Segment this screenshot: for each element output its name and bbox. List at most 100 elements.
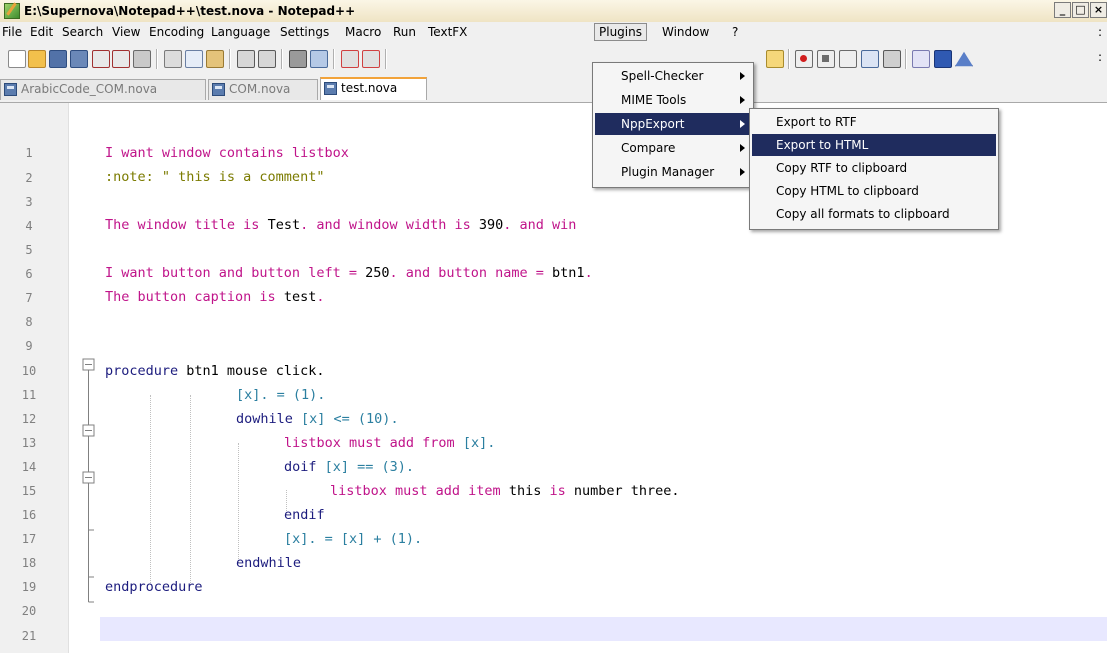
tab-bar: ArabicCode_COM.nova COM.nova test.nova [0, 74, 1107, 103]
toolbar: : [0, 42, 1107, 74]
menu-item-copy-all-formats[interactable]: Copy all formats to clipboard [752, 203, 996, 225]
file-icon [324, 82, 337, 95]
save-all-icon[interactable] [70, 50, 88, 68]
stop-macro-icon[interactable] [817, 50, 835, 68]
file-icon [4, 83, 17, 96]
play-macro-icon[interactable] [839, 50, 857, 68]
code-comment: :note: " this is a comment" [105, 169, 325, 185]
menu-edit[interactable]: Edit [30, 25, 53, 39]
triangle-icon[interactable] [955, 51, 973, 67]
replace-icon[interactable] [310, 50, 328, 68]
menu-macro[interactable]: Macro [345, 25, 381, 39]
menu-search[interactable]: Search [62, 25, 103, 39]
redo-icon[interactable] [258, 50, 276, 68]
save-icon[interactable] [49, 50, 67, 68]
chevron-right-icon [740, 72, 745, 80]
line-number: 17 [21, 532, 37, 546]
menu-bar: File Edit Search View Encoding Language … [0, 22, 1107, 42]
minimize-button[interactable]: _ [1054, 2, 1071, 18]
line-number: 12 [21, 412, 37, 426]
chevron-right-icon [740, 144, 745, 152]
toolbar-separator [156, 49, 158, 69]
file-icon [212, 83, 225, 96]
window-title: E:\Supernova\Notepad++\test.nova - Notep… [24, 4, 356, 18]
menu-help[interactable]: ? [732, 25, 738, 39]
line-number: 4 [25, 219, 33, 233]
line-number: 15 [21, 484, 37, 498]
menu-view[interactable]: View [112, 25, 140, 39]
code-line: The window title is Test. and window wid… [105, 217, 577, 233]
line-number: 16 [21, 508, 37, 522]
indent-guide [190, 395, 191, 585]
plugin-tool-icon[interactable] [766, 50, 784, 68]
toolbar-separator [385, 49, 387, 69]
tab-arabiccode[interactable]: ArabicCode_COM.nova [0, 79, 206, 100]
toolbar-separator [229, 49, 231, 69]
menu-item-copy-html[interactable]: Copy HTML to clipboard [752, 180, 996, 202]
code-line: [x]. = (1). [236, 387, 326, 403]
close-all-icon[interactable] [112, 50, 130, 68]
menu-settings[interactable]: Settings [280, 25, 329, 39]
menu-item-copy-rtf[interactable]: Copy RTF to clipboard [752, 157, 996, 179]
undo-icon[interactable] [237, 50, 255, 68]
code-line: procedure btn1 mouse click. [105, 363, 325, 379]
menu-item-mime-tools[interactable]: MIME Tools [595, 89, 751, 111]
menu-file[interactable]: File [2, 25, 22, 39]
line-number: 8 [25, 315, 33, 329]
paste-icon[interactable] [206, 50, 224, 68]
cut-icon[interactable] [164, 50, 182, 68]
menu-item-export-html[interactable]: Export to HTML [752, 134, 996, 156]
code-line: [x]. = [x] + (1). [284, 531, 423, 547]
nppexport-submenu: Export to RTF Export to HTML Copy RTF to… [749, 108, 999, 230]
close-button[interactable]: × [1090, 2, 1107, 18]
menu-window[interactable]: Window [662, 25, 709, 39]
code-line: doif [x] == (3). [284, 459, 415, 475]
zoom-in-icon[interactable] [341, 50, 359, 68]
zoom-out-icon[interactable] [362, 50, 380, 68]
menu-item-compare[interactable]: Compare [595, 137, 751, 159]
code-line: I want window contains listbox [105, 145, 349, 161]
tab-com[interactable]: COM.nova [208, 79, 318, 100]
toolbar-separator [281, 49, 283, 69]
menu-item-export-rtf[interactable]: Export to RTF [752, 111, 996, 133]
new-file-icon[interactable] [8, 50, 26, 68]
open-file-icon[interactable] [28, 50, 46, 68]
line-number: 11 [21, 388, 37, 402]
run-macro-multiple-icon[interactable] [861, 50, 879, 68]
find-icon[interactable] [289, 50, 307, 68]
menu-language[interactable]: Language [211, 25, 270, 39]
line-number: 10 [21, 364, 37, 378]
menu-item-spell-checker[interactable]: Spell-Checker [595, 65, 751, 87]
line-number: 19 [21, 580, 37, 594]
save-macro-icon[interactable] [883, 50, 901, 68]
tab-test[interactable]: test.nova [320, 77, 427, 100]
line-number: 9 [25, 339, 33, 353]
close-file-icon[interactable] [92, 50, 110, 68]
menu-textfx[interactable]: TextFX [428, 25, 467, 39]
maximize-button[interactable]: □ [1072, 2, 1089, 18]
spell-check-icon[interactable] [912, 50, 930, 68]
window-controls: _ □ × [1054, 2, 1107, 18]
toolbar-overflow-marker: : [1098, 50, 1103, 64]
toolbar-separator [905, 49, 907, 69]
toolbar-separator [788, 49, 790, 69]
line-number: 13 [21, 436, 37, 450]
title-bar: E:\Supernova\Notepad++\test.nova - Notep… [0, 0, 1107, 23]
code-line: listbox must add item this is number thr… [330, 483, 680, 499]
sum-icon[interactable] [934, 50, 952, 68]
menu-plugins[interactable]: Plugins [594, 23, 647, 41]
chevron-right-icon [740, 168, 745, 176]
menu-encoding[interactable]: Encoding [149, 25, 204, 39]
line-number: 5 [25, 243, 33, 257]
code-line: endif [284, 507, 325, 523]
menu-run[interactable]: Run [393, 25, 416, 39]
tab-label: COM.nova [229, 82, 291, 96]
menu-item-plugin-manager[interactable]: Plugin Manager [595, 161, 751, 183]
menu-item-nppexport[interactable]: NppExport [595, 113, 751, 135]
tab-label: ArabicCode_COM.nova [21, 82, 158, 96]
plugins-menu: Spell-Checker MIME Tools NppExport Compa… [592, 62, 754, 188]
code-line: endprocedure [105, 579, 203, 595]
print-icon[interactable] [133, 50, 151, 68]
copy-icon[interactable] [185, 50, 203, 68]
record-macro-icon[interactable] [795, 50, 813, 68]
